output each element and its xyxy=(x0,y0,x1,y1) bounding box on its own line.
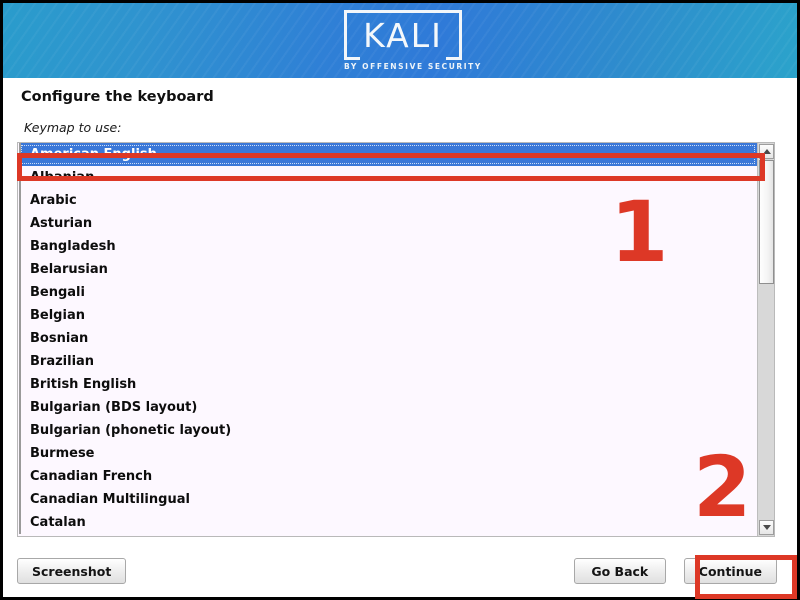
keymap-list-item[interactable]: Brazilian xyxy=(19,350,757,373)
list-scrollbar[interactable] xyxy=(757,143,774,536)
keymap-list-item[interactable]: Bulgarian (BDS layout) xyxy=(19,396,757,419)
keymap-list-item[interactable]: Canadian French xyxy=(19,465,757,488)
keymap-list-item[interactable]: Bulgarian (phonetic layout) xyxy=(19,419,757,442)
footer-button-bar: Screenshot Go Back Continue xyxy=(3,545,797,597)
kali-banner: KALI BY OFFENSIVE SECURITY xyxy=(3,3,797,78)
chevron-down-icon xyxy=(762,525,771,530)
kali-logo: KALI BY OFFENSIVE SECURITY xyxy=(344,10,482,72)
chevron-up-icon xyxy=(762,149,771,154)
page-title: Configure the keyboard xyxy=(3,78,797,116)
scrollbar-down-button[interactable] xyxy=(759,520,774,535)
keymap-list-item[interactable]: Catalan xyxy=(19,511,757,534)
keymap-list-item[interactable]: Belgian xyxy=(19,304,757,327)
logo-tagline: BY OFFENSIVE SECURITY xyxy=(344,62,482,71)
go-back-button[interactable]: Go Back xyxy=(573,558,666,584)
logo-frame: KALI xyxy=(344,10,462,60)
keymap-list-item[interactable]: Belarusian xyxy=(19,258,757,281)
footer-right-buttons: Go Back Continue xyxy=(573,558,783,584)
keymap-list-item[interactable]: Asturian xyxy=(19,212,757,235)
keymap-list-item[interactable]: Bengali xyxy=(19,281,757,304)
keymap-list-item[interactable]: American English xyxy=(19,143,757,166)
question-area: Keymap to use: American English Albanian A… xyxy=(3,116,797,545)
screenshot-button[interactable]: Screenshot xyxy=(17,558,127,584)
keymap-list-item[interactable]: Canadian Multilingual xyxy=(19,488,757,511)
keymap-list-item[interactable]: Albanian xyxy=(19,166,757,189)
continue-button[interactable]: Continue xyxy=(683,558,777,584)
keymap-list-item[interactable]: Burmese xyxy=(19,442,757,465)
keymap-list-item[interactable]: Arabic xyxy=(19,189,757,212)
keymap-field-label: Keymap to use: xyxy=(24,120,122,135)
keymap-listbox[interactable]: American English Albanian Arabic Asturian Ba… xyxy=(17,142,775,537)
logo-wordmark: KALI xyxy=(363,16,443,55)
installer-window: KALI BY OFFENSIVE SECURITY Configure the… xyxy=(0,0,800,600)
keymap-list[interactable]: American English Albanian Arabic Asturian Ba… xyxy=(18,143,757,536)
keymap-list-item[interactable]: Bangladesh xyxy=(19,235,757,258)
scrollbar-up-button[interactable] xyxy=(759,144,774,159)
scrollbar-thumb[interactable] xyxy=(759,160,774,284)
keymap-list-item[interactable]: Bosnian xyxy=(19,327,757,350)
keymap-list-item[interactable]: British English xyxy=(19,373,757,396)
